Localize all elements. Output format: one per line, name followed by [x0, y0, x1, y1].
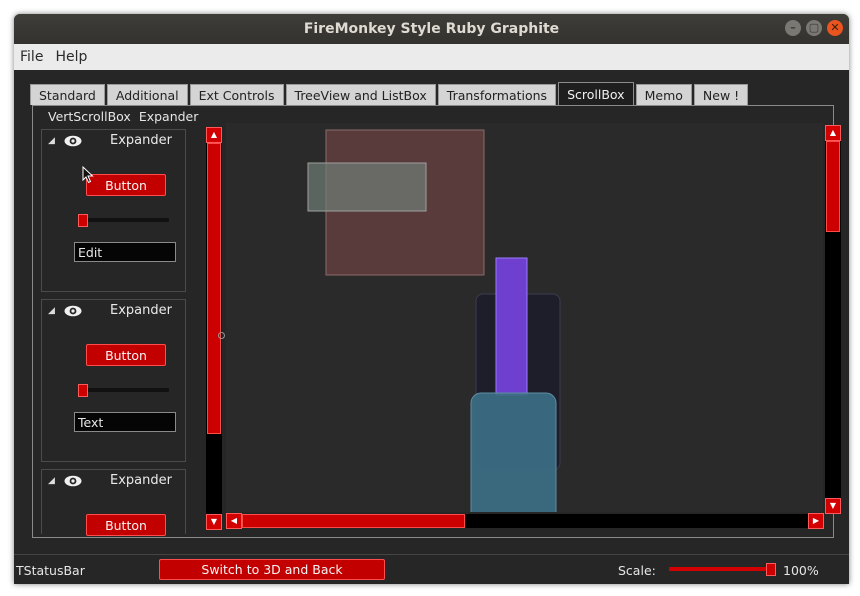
scroll-down-arrow-icon[interactable]: ▼: [206, 514, 222, 530]
teal-rounded-rectangle: [470, 392, 557, 512]
slider-thumb[interactable]: [78, 384, 88, 397]
status-bar: TStatusBar Switch to 3D and Back Scale: …: [14, 554, 849, 584]
status-bar-label: TStatusBar: [16, 563, 85, 578]
hscroll-thumb[interactable]: [242, 514, 465, 528]
window-title: FireMonkey Style Ruby Graphite: [303, 21, 560, 37]
scale-slider-fill: [669, 567, 772, 571]
right-vertical-scrollbar[interactable]: ▲ ▼: [825, 125, 841, 514]
expander-header-label: Expander: [138, 109, 199, 124]
scroll-right-arrow-icon[interactable]: ▶: [808, 513, 824, 529]
vertscrollbox-label: VertScrollBox: [48, 109, 131, 124]
scale-slider-thumb[interactable]: [766, 563, 776, 576]
window-controls: – ▢ ✕: [785, 20, 843, 36]
menu-help[interactable]: Help: [49, 49, 93, 65]
expander-header[interactable]: ◢ Expander: [42, 300, 185, 322]
menu-bar: File Help: [14, 44, 849, 70]
expander-2: ◢ Expander Button Text: [41, 299, 186, 462]
mouse-pointer-icon: [82, 166, 94, 184]
tab-additional[interactable]: Additional: [106, 84, 188, 105]
splitter-grip-icon[interactable]: [218, 332, 225, 339]
tab-standard[interactable]: Standard: [30, 84, 105, 105]
collapse-triangle-icon[interactable]: ◢: [48, 136, 55, 146]
left-vscroll-thumb[interactable]: [207, 143, 221, 434]
right-vscroll-thumb[interactable]: [826, 141, 840, 232]
menu-file[interactable]: File: [14, 49, 49, 65]
expander-title: Expander: [110, 303, 172, 318]
switch-3d-button[interactable]: Switch to 3D and Back: [159, 559, 385, 580]
scroll-box[interactable]: [226, 123, 823, 512]
eye-icon[interactable]: [64, 135, 82, 147]
minimize-icon[interactable]: –: [785, 20, 801, 36]
app-window: FireMonkey Style Ruby Graphite – ▢ ✕ Fil…: [14, 14, 849, 584]
expander-title: Expander: [110, 473, 172, 488]
expander-1: ◢ Expander Button Edit: [41, 129, 186, 292]
scale-label: Scale:: [618, 563, 656, 578]
maximize-icon[interactable]: ▢: [806, 20, 822, 36]
text-field[interactable]: Text: [74, 412, 176, 432]
scroll-up-arrow-icon[interactable]: ▲: [825, 125, 841, 141]
horizontal-scrollbar[interactable]: ◀ ▶: [226, 513, 824, 529]
tab-ext-controls[interactable]: Ext Controls: [189, 84, 284, 105]
scroll-up-arrow-icon[interactable]: ▲: [206, 127, 222, 143]
expander-3: ◢ Expander Button: [41, 469, 186, 536]
scale-slider[interactable]: [669, 563, 776, 576]
edit-field[interactable]: Edit: [74, 242, 176, 262]
purple-rectangle: [495, 257, 528, 396]
expander-header[interactable]: ◢ Expander: [42, 130, 185, 152]
scroll-down-arrow-icon[interactable]: ▼: [825, 498, 841, 514]
scrollbox-tab-panel: VertScrollBox Expander ◢ Expander Button: [32, 105, 841, 538]
eye-icon[interactable]: [64, 305, 82, 317]
tab-new[interactable]: New !: [693, 84, 749, 105]
tab-treeview-listbox[interactable]: TreeView and ListBox: [285, 84, 436, 105]
left-vertical-scrollbar[interactable]: ▲ ▼: [206, 127, 222, 530]
close-icon[interactable]: ✕: [827, 20, 843, 36]
tab-scrollbox[interactable]: ScrollBox: [558, 82, 634, 105]
grey-rectangle: [307, 162, 427, 212]
tab-memo[interactable]: Memo: [635, 84, 692, 105]
title-bar[interactable]: FireMonkey Style Ruby Graphite – ▢ ✕: [14, 14, 849, 44]
vert-scroll-box[interactable]: VertScrollBox Expander ◢ Expander Button: [38, 106, 222, 536]
collapse-triangle-icon[interactable]: ◢: [48, 306, 55, 316]
track-bar[interactable]: [78, 384, 169, 397]
expander-button[interactable]: Button: [86, 174, 166, 196]
slider-thumb[interactable]: [78, 214, 88, 227]
scale-value: 100%: [783, 563, 819, 578]
track-bar[interactable]: [78, 214, 169, 227]
scroll-left-arrow-icon[interactable]: ◀: [226, 513, 242, 529]
tab-bar: Standard Additional Ext Controls TreeVie…: [30, 82, 750, 105]
left-panel-header: VertScrollBox Expander: [38, 109, 198, 125]
expander-header[interactable]: ◢ Expander: [42, 470, 185, 492]
expander-title: Expander: [110, 133, 172, 148]
tab-transformations[interactable]: Transformations: [437, 84, 557, 105]
scrollbox-shapes: [307, 129, 561, 512]
expander-button[interactable]: Button: [86, 514, 166, 536]
expander-button[interactable]: Button: [86, 344, 166, 366]
collapse-triangle-icon[interactable]: ◢: [48, 476, 55, 486]
eye-icon[interactable]: [64, 475, 82, 487]
